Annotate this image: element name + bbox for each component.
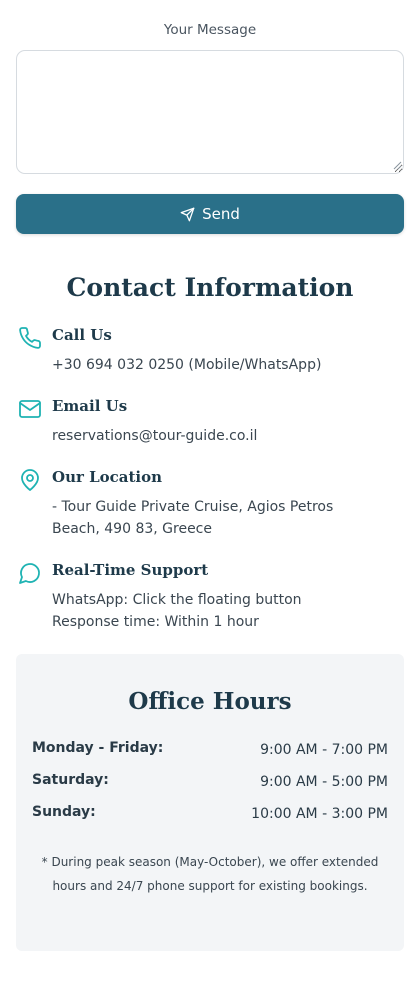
- hours-row: Monday - Friday: 9:00 AM - 7:00 PM: [32, 740, 388, 762]
- contact-information-title: Contact Information: [66, 273, 354, 302]
- office-hours-panel: Office Hours Monday - Friday: 9:00 AM - …: [16, 654, 404, 951]
- contact-item-text[interactable]: +30 694 032 0250 (Mobile/WhatsApp): [52, 354, 392, 376]
- send-button-label: Send: [202, 205, 240, 223]
- contact-item-text[interactable]: reservations@tour-guide.co.il: [52, 425, 392, 447]
- message-label: Your Message: [163, 22, 257, 38]
- mail-icon: [19, 400, 41, 418]
- send-button[interactable]: Send: [16, 194, 404, 234]
- hours-day: Sunday:: [32, 804, 96, 820]
- send-icon: [180, 207, 195, 221]
- contact-item-title: Email Us: [52, 397, 128, 415]
- address-line-2: Beach, 490 83, Greece: [52, 521, 212, 537]
- support-line-2: Response time: Within 1 hour: [52, 614, 259, 630]
- office-hours-title: Office Hours: [128, 688, 292, 715]
- hours-row: Saturday: 9:00 AM - 5:00 PM: [32, 772, 388, 794]
- contact-item-title: Real-Time Support: [52, 561, 209, 579]
- hours-row: Sunday: 10:00 AM - 3:00 PM: [32, 804, 388, 826]
- contact-item-title: Our Location: [52, 468, 163, 486]
- hours-time: 9:00 AM - 7:00 PM: [260, 742, 388, 758]
- message-textarea[interactable]: [16, 50, 404, 174]
- chat-bubble-icon: [19, 563, 40, 584]
- contact-item-text: - Tour Guide Private Cruise, Agios Petro…: [52, 496, 392, 540]
- hours-time: 10:00 AM - 3:00 PM: [251, 806, 388, 822]
- resize-grip-icon[interactable]: [392, 160, 402, 170]
- location-pin-icon: [21, 469, 39, 491]
- address-line-1: - Tour Guide Private Cruise, Agios Petro…: [52, 499, 334, 515]
- contact-item-text: WhatsApp: Click the floating button Resp…: [52, 589, 392, 633]
- phone-number[interactable]: +30 694 032 0250 (Mobile/WhatsApp): [52, 354, 392, 376]
- hours-day: Saturday:: [32, 772, 109, 788]
- peak-season-note: * During peak season (May-October), we o…: [41, 855, 379, 893]
- support-line-1: WhatsApp: Click the floating button: [52, 592, 302, 608]
- email-address[interactable]: reservations@tour-guide.co.il: [52, 425, 392, 447]
- hours-time: 9:00 AM - 5:00 PM: [260, 774, 388, 790]
- hours-day: Monday - Friday:: [32, 740, 164, 756]
- contact-item-title: Call Us: [52, 326, 112, 344]
- phone-icon: [19, 327, 41, 349]
